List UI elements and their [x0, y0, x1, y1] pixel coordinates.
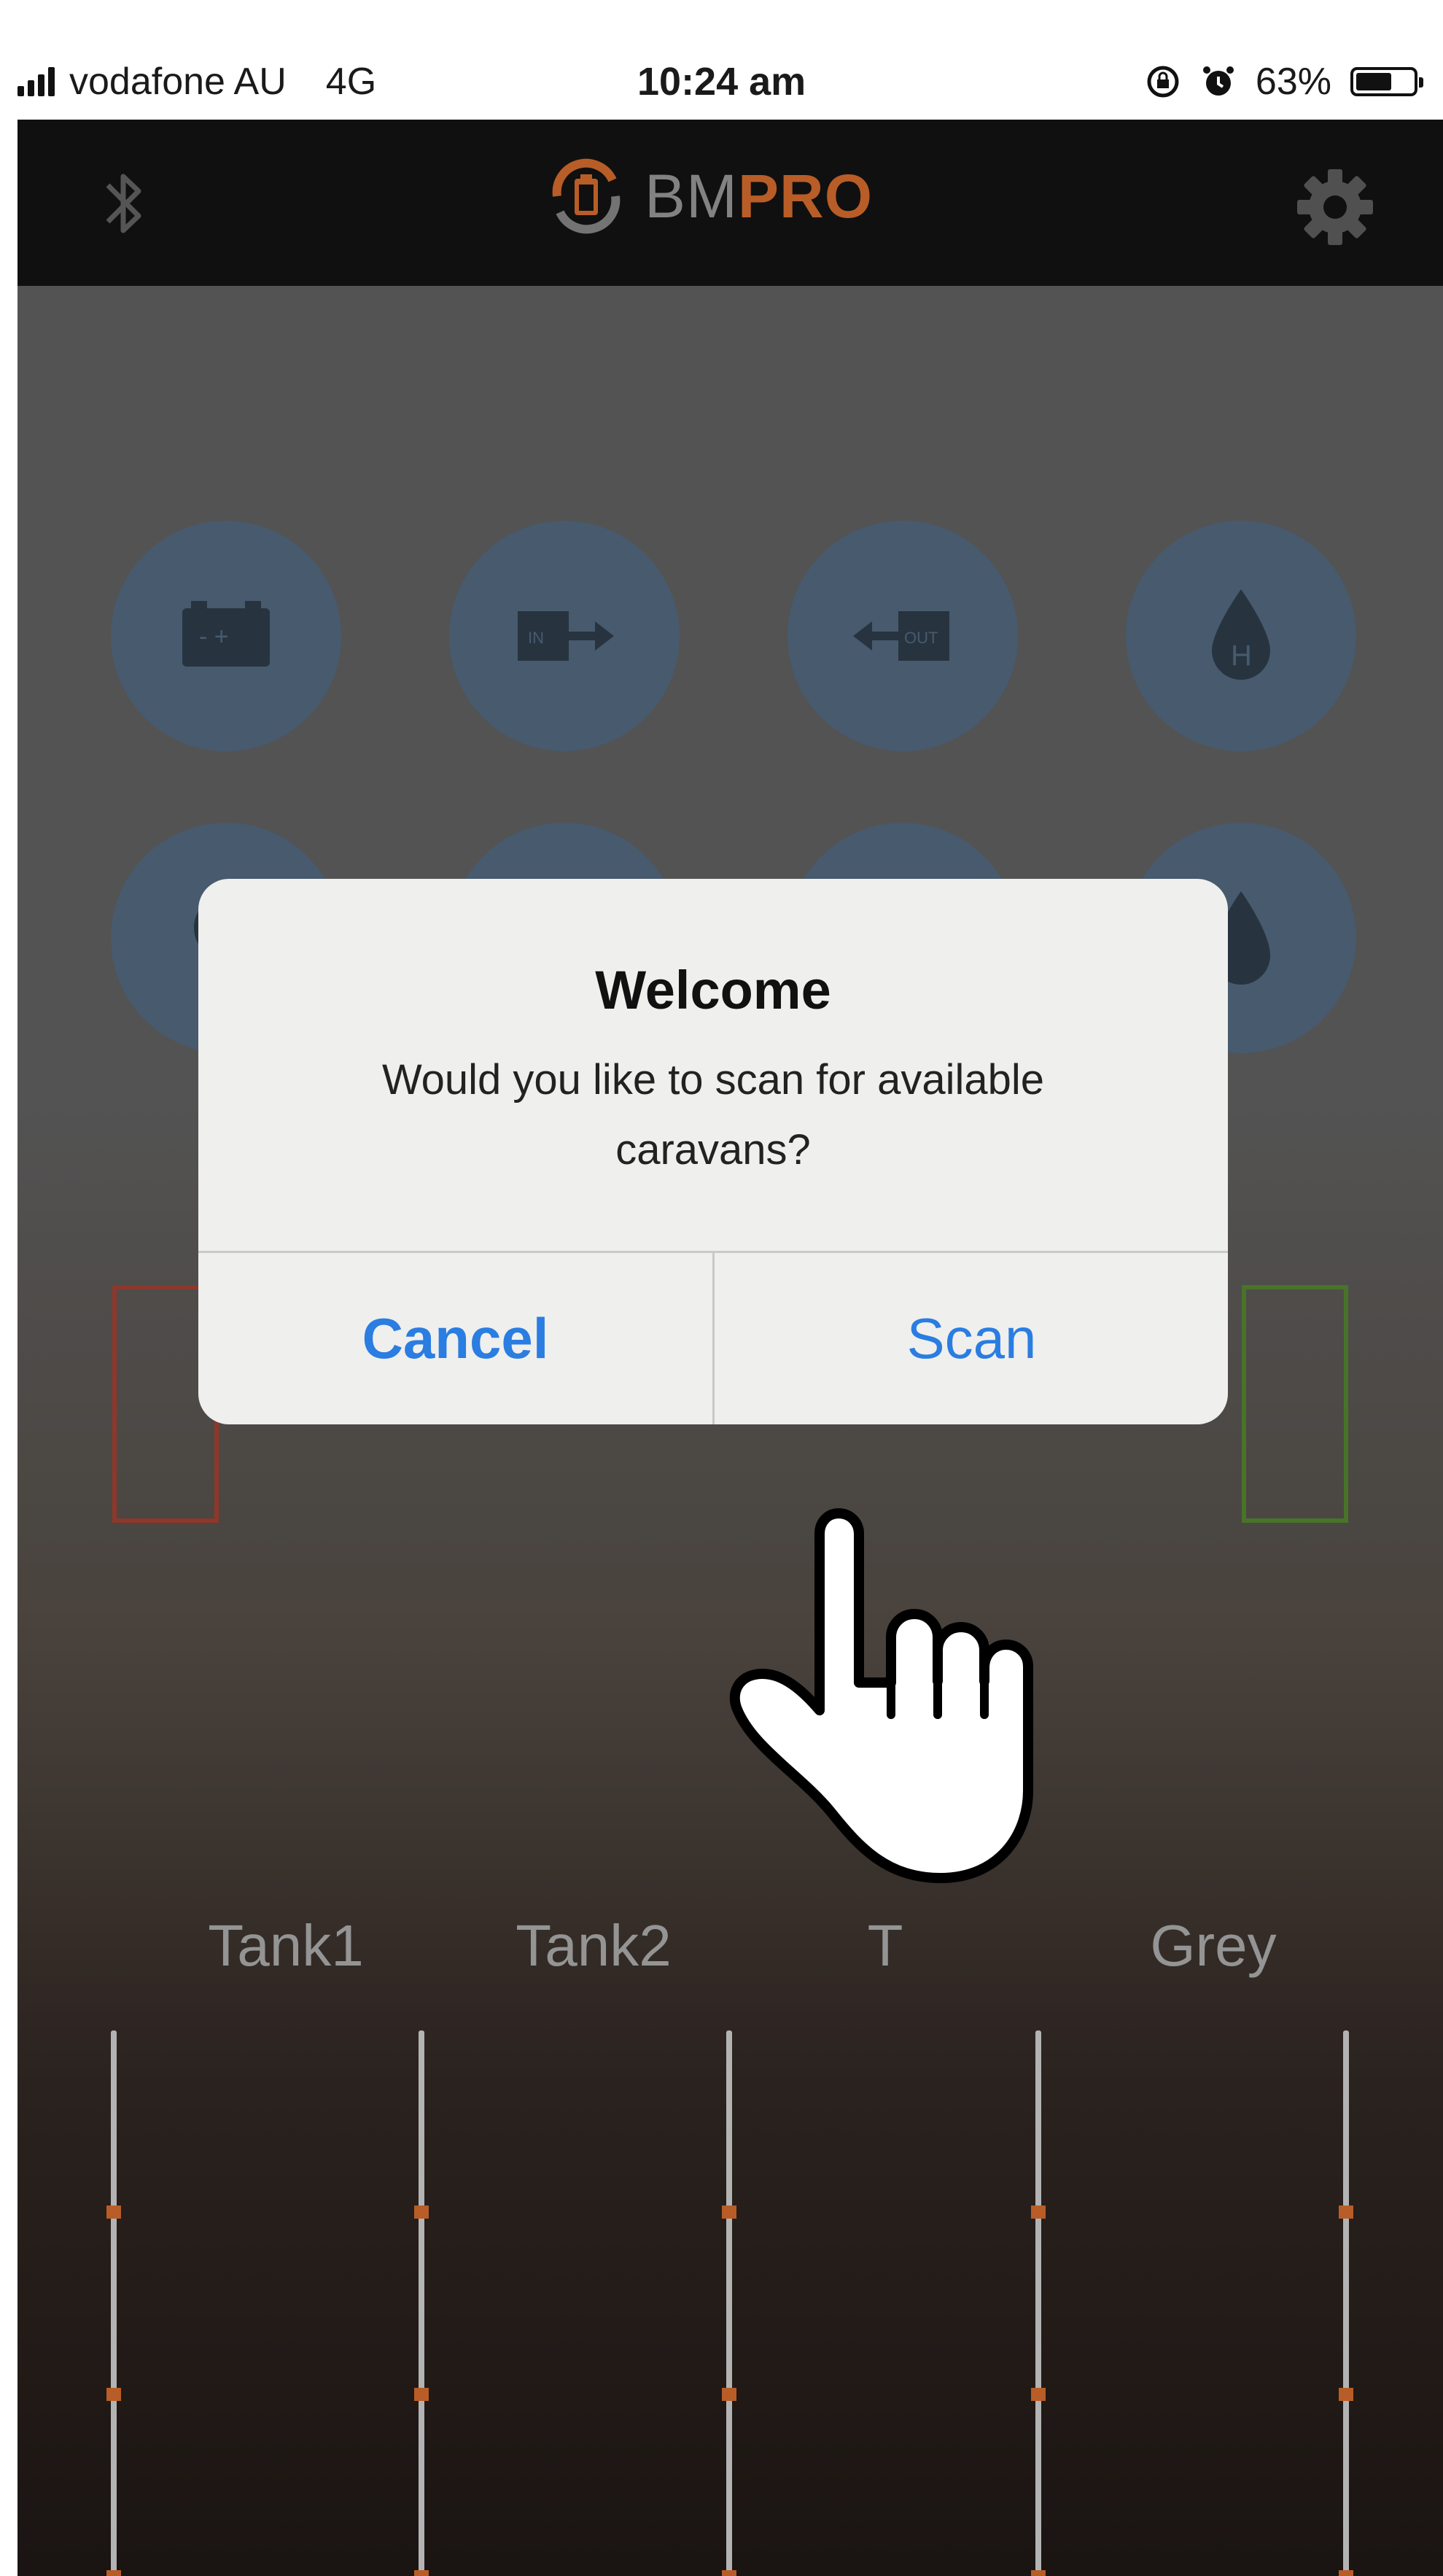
orientation-lock-icon [1147, 66, 1179, 98]
welcome-dialog: Welcome Would you like to scan for avail… [198, 879, 1228, 1424]
scan-button[interactable]: Scan [715, 1253, 1228, 1424]
clock: 10:24 am [637, 60, 806, 104]
battery-percent: 63% [1255, 61, 1331, 103]
cancel-button[interactable]: Cancel [198, 1253, 712, 1424]
network-label: 4G [325, 61, 377, 103]
dialog-message: Would you like to scan for available car… [381, 1056, 1045, 1173]
alarm-icon [1202, 66, 1234, 96]
pointer-hand-icon [729, 1508, 1033, 1883]
status-bar: vodafone AU 4G 10:24 am 63% [17, 44, 1432, 120]
carrier-label: vodafone AU [69, 61, 287, 103]
dialog-title: Welcome [595, 960, 831, 1020]
signal-icon [17, 67, 55, 96]
battery-icon [1350, 67, 1423, 96]
